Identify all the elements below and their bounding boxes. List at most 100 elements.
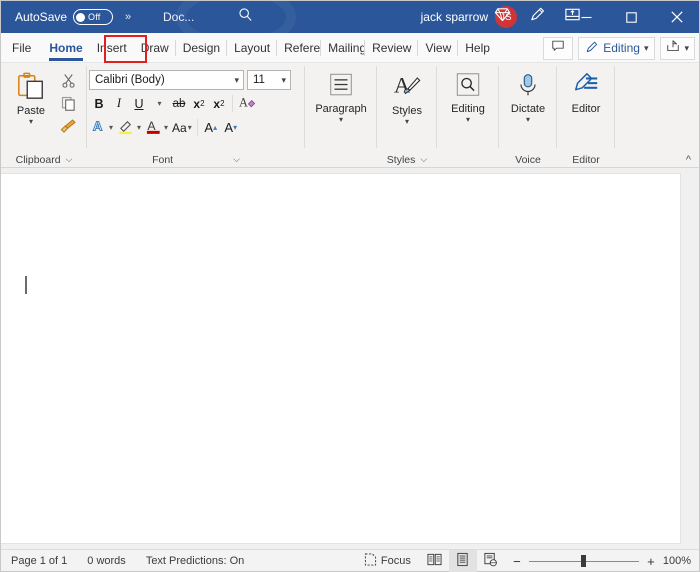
editing-mode-label: Editing	[603, 41, 640, 55]
microphone-icon	[514, 71, 542, 102]
tab-draw[interactable]: Draw	[134, 34, 176, 62]
bold-button[interactable]: B	[89, 93, 109, 114]
font-size-combobox[interactable]: 11 ▾	[247, 70, 291, 90]
scissors-icon	[61, 73, 76, 93]
format-painter-button[interactable]	[57, 119, 79, 138]
strikethrough-button[interactable]: ab	[169, 93, 189, 114]
editor-group-label: Editor	[572, 153, 600, 166]
focus-icon	[364, 553, 377, 569]
change-case-label: Aa	[172, 120, 187, 135]
text-predictions-status[interactable]: Text Predictions: On	[136, 550, 254, 572]
svg-text:A: A	[147, 118, 156, 132]
font-color-icon: A	[145, 118, 163, 138]
pen-draw-icon[interactable]	[529, 6, 546, 28]
autosave-toggle[interactable]: Off	[73, 9, 114, 25]
read-mode-icon	[427, 552, 442, 570]
diamond-icon[interactable]	[494, 6, 511, 28]
vertical-scrollbar[interactable]	[683, 168, 698, 549]
minimize-button[interactable]	[564, 1, 609, 33]
underline-button[interactable]: U	[129, 93, 149, 114]
styles-dialog-launcher[interactable]: ⌵	[420, 154, 427, 165]
read-mode-button[interactable]	[421, 550, 449, 572]
tab-references[interactable]: Refere	[277, 34, 322, 62]
autosave-label: AutoSave	[15, 10, 68, 24]
font-row-name-size: Calibri (Body) ▾ 11 ▾	[87, 66, 305, 90]
tab-home[interactable]: Home	[42, 34, 89, 62]
quick-access-overflow-button[interactable]: »	[125, 11, 131, 23]
document-area[interactable]	[1, 168, 699, 549]
paragraph-chevron-down-icon[interactable]: ▾	[339, 116, 343, 124]
styles-chevron-down-icon[interactable]: ▾	[405, 118, 409, 126]
editing-group-label-row	[437, 151, 499, 168]
dictate-label: Dictate	[510, 103, 546, 115]
zoom-level-label[interactable]: 100%	[663, 555, 699, 567]
dictate-button[interactable]: Dictate ▾	[503, 66, 553, 124]
focus-button[interactable]: Focus	[354, 550, 421, 572]
tab-file-label: File	[12, 40, 32, 55]
chevron-up-icon[interactable]: ^	[686, 154, 691, 166]
shrink-font-button[interactable]: A ▾	[221, 117, 241, 138]
tab-mailings-label: Mailing	[328, 40, 366, 55]
text-effects-button[interactable]: A ▾	[89, 117, 115, 138]
editing-chevron-down-icon[interactable]: ▾	[466, 116, 470, 124]
tab-insert-label: Insert	[96, 40, 127, 55]
superscript-button[interactable]: x2	[209, 93, 229, 114]
editing-button[interactable]: Editing ▾	[441, 66, 495, 124]
styles-group-label: Styles	[386, 153, 416, 166]
tab-insert[interactable]: Insert	[90, 34, 134, 62]
document-page[interactable]	[1, 173, 681, 544]
zoom-in-button[interactable]: +	[645, 554, 657, 569]
grow-font-button[interactable]: A ▴	[201, 117, 221, 138]
web-layout-button[interactable]	[477, 550, 505, 572]
font-color-button[interactable]: A ▾	[143, 117, 170, 138]
tab-review[interactable]: Review	[365, 34, 419, 62]
paste-chevron-down-icon[interactable]: ▾	[29, 118, 33, 126]
paragraph-button[interactable]: Paragraph ▾	[309, 66, 373, 124]
share-chevron-down-icon: ▾	[684, 42, 689, 53]
editor-label: Editor	[571, 103, 601, 115]
font-dialog-launcher[interactable]: ⌵	[233, 154, 240, 165]
voice-group-label: Voice	[515, 153, 541, 166]
close-button[interactable]	[654, 1, 699, 33]
zoom-control: − +	[505, 554, 663, 569]
italic-button[interactable]: I	[109, 93, 129, 114]
paste-button[interactable]: Paste ▾	[5, 66, 57, 126]
editing-mode-button[interactable]: Editing ▾	[578, 36, 656, 60]
editor-button[interactable]: Editor	[561, 66, 611, 115]
zoom-slider-thumb[interactable]	[580, 555, 586, 567]
text-effects-icon: A	[91, 118, 108, 137]
print-layout-icon	[455, 552, 470, 570]
tab-view[interactable]: View	[418, 34, 459, 62]
tab-design[interactable]: Design	[176, 34, 228, 62]
font-size-chevron-down-icon[interactable]: ▾	[281, 75, 286, 86]
change-case-button[interactable]: Aa ▾	[170, 117, 194, 138]
ribbon-group-editor: Editor Editor	[557, 63, 615, 168]
svg-text:A: A	[239, 95, 248, 109]
cut-button[interactable]	[57, 73, 79, 92]
maximize-button[interactable]	[609, 1, 654, 33]
font-name-combobox[interactable]: Calibri (Body) ▾	[89, 70, 244, 90]
styles-button[interactable]: A Styles ▾	[381, 66, 433, 126]
clipboard-dialog-launcher[interactable]: ⌵	[66, 154, 73, 165]
autosave-control[interactable]: AutoSave Off	[15, 9, 114, 25]
clear-formatting-button[interactable]: A	[236, 93, 259, 114]
tab-mailings[interactable]: Mailing	[321, 34, 366, 62]
zoom-out-button[interactable]: −	[511, 554, 523, 569]
comments-button[interactable]	[543, 36, 574, 60]
word-count[interactable]: 0 words	[77, 550, 136, 572]
focus-label: Focus	[380, 555, 411, 567]
underline-chevron-down-icon[interactable]: ▾	[149, 93, 169, 114]
share-button[interactable]: ▾	[660, 36, 695, 60]
subscript-button[interactable]: x2	[189, 93, 209, 114]
page-indicator[interactable]: Page 1 of 1	[1, 550, 77, 572]
search-box[interactable]: Doc...	[141, 5, 351, 29]
font-name-chevron-down-icon[interactable]: ▾	[234, 75, 239, 86]
tab-layout[interactable]: Layout	[227, 34, 278, 62]
zoom-slider[interactable]	[528, 554, 639, 568]
dictate-chevron-down-icon[interactable]: ▾	[526, 116, 530, 124]
print-layout-button[interactable]	[448, 550, 477, 572]
tab-help[interactable]: Help	[458, 34, 497, 62]
text-highlight-button[interactable]: ▾	[115, 117, 143, 138]
tab-file[interactable]: File	[1, 34, 42, 62]
copy-button[interactable]	[57, 96, 79, 115]
